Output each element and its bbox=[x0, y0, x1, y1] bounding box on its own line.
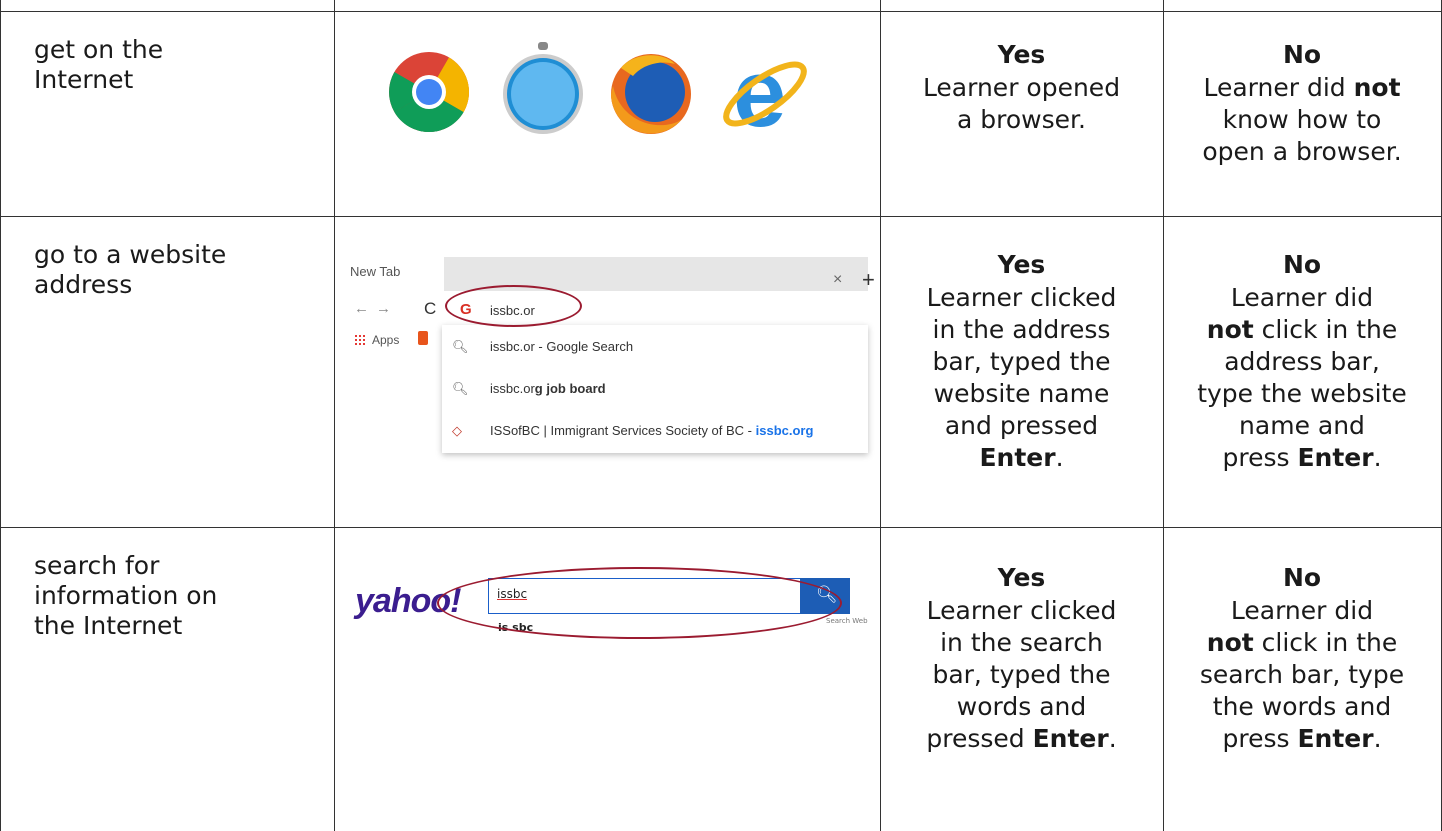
yes-text: Learner opened bbox=[922, 73, 1121, 102]
back-arrow-icon[interactable]: ← bbox=[354, 300, 369, 317]
table-row: search for information on the Internet bbox=[1, 527, 334, 831]
no-text: not click in the bbox=[1206, 628, 1398, 657]
yes-text: Enter. bbox=[979, 443, 1064, 472]
apps-label: Apps bbox=[372, 333, 400, 347]
no-cell: No Learner did not click in the search b… bbox=[1163, 527, 1441, 831]
no-text: type the website bbox=[1197, 379, 1407, 408]
office-icon[interactable] bbox=[418, 331, 428, 345]
yes-text: bar, typed the bbox=[932, 347, 1111, 376]
autocomplete-dropdown: 🔍︎ issbc.or - Google Search 🔍︎ issbc.org… bbox=[442, 325, 868, 453]
skill-text: information on bbox=[34, 581, 218, 610]
no-text: know how to bbox=[1222, 105, 1382, 134]
skill-text: go to a website bbox=[34, 240, 227, 269]
yes-text: and pressed bbox=[944, 411, 1099, 440]
table-row: get on the Internet bbox=[1, 11, 334, 216]
yes-text: Learner clicked bbox=[926, 596, 1117, 625]
apps-grid-icon bbox=[354, 334, 366, 346]
no-text: not click in the bbox=[1206, 315, 1398, 344]
skill-text: address bbox=[34, 270, 133, 299]
search-icon: 🔍︎ bbox=[452, 381, 469, 396]
suggestion-text: ISSofBC | Immigrant Services Society of … bbox=[490, 423, 814, 438]
yes-text: in the search bbox=[940, 628, 1103, 657]
yes-heading: Yes bbox=[997, 250, 1046, 279]
yes-cell: Yes Learner opened a browser. bbox=[880, 11, 1163, 216]
yes-heading: Yes bbox=[997, 563, 1046, 592]
no-text: address bar, bbox=[1224, 347, 1380, 376]
yes-cell: Yes Learner clicked in the search bar, t… bbox=[880, 527, 1163, 831]
no-text: press Enter. bbox=[1222, 443, 1382, 472]
yes-cell: Yes Learner clicked in the address bar, … bbox=[880, 216, 1163, 527]
yes-text: in the address bbox=[932, 315, 1111, 344]
yes-text: pressed Enter. bbox=[926, 724, 1117, 753]
no-cell: No Learner did not click in the address … bbox=[1163, 216, 1441, 527]
chrome-address-bar-example: New Tab × + ← → C G issbc.or Apps 🔍︎ iss… bbox=[342, 245, 875, 465]
no-text: Learner did not bbox=[1203, 73, 1401, 102]
no-text: Learner did bbox=[1230, 283, 1374, 312]
firefox-icon bbox=[611, 54, 691, 134]
yes-text: website name bbox=[933, 379, 1110, 408]
no-text: search bar, type bbox=[1199, 660, 1405, 689]
search-icon: 🔍︎ bbox=[452, 339, 469, 354]
reload-icon[interactable]: C bbox=[424, 299, 436, 319]
no-heading: No bbox=[1282, 563, 1322, 592]
skill-text: Internet bbox=[34, 65, 134, 94]
skill-text: search for bbox=[34, 551, 160, 580]
yes-text: a browser. bbox=[957, 105, 1086, 134]
no-text: name and bbox=[1239, 411, 1365, 440]
internet-explorer-icon: e bbox=[723, 40, 807, 144]
new-tab-icon[interactable]: + bbox=[862, 267, 875, 293]
close-tab-icon[interactable]: × bbox=[833, 271, 842, 289]
suggestion-text: issbc.or - Google Search bbox=[490, 339, 634, 354]
safari-icon bbox=[503, 42, 583, 134]
no-heading: No bbox=[1282, 40, 1322, 69]
column-divider bbox=[334, 0, 335, 831]
browser-icons: e bbox=[389, 40, 807, 144]
highlight-oval bbox=[437, 567, 842, 639]
tab-label: New Tab bbox=[350, 264, 401, 279]
search-web-label: Search Web bbox=[826, 617, 868, 625]
no-text: Learner did bbox=[1230, 596, 1374, 625]
skill-text: the Internet bbox=[34, 611, 183, 640]
skill-text: get on the bbox=[34, 35, 164, 64]
yes-text: bar, typed the bbox=[932, 660, 1111, 689]
table-row: go to a website address bbox=[1, 216, 334, 527]
suggestion-text: issbc.org job board bbox=[490, 381, 606, 396]
no-heading: No bbox=[1282, 250, 1322, 279]
chrome-icon bbox=[389, 52, 469, 132]
no-text: the words and bbox=[1212, 692, 1392, 721]
highlight-oval bbox=[445, 285, 582, 327]
yes-text: Learner clicked bbox=[926, 283, 1117, 312]
site-icon: ◇ bbox=[452, 423, 462, 438]
yes-text: words and bbox=[956, 692, 1087, 721]
yes-heading: Yes bbox=[997, 40, 1046, 69]
no-text: press Enter. bbox=[1222, 724, 1382, 753]
no-text: open a browser. bbox=[1202, 137, 1402, 166]
no-cell: No Learner did not know how to open a br… bbox=[1163, 11, 1441, 216]
forward-arrow-icon[interactable]: → bbox=[376, 300, 391, 317]
apps-bookmark[interactable]: Apps bbox=[354, 333, 399, 347]
